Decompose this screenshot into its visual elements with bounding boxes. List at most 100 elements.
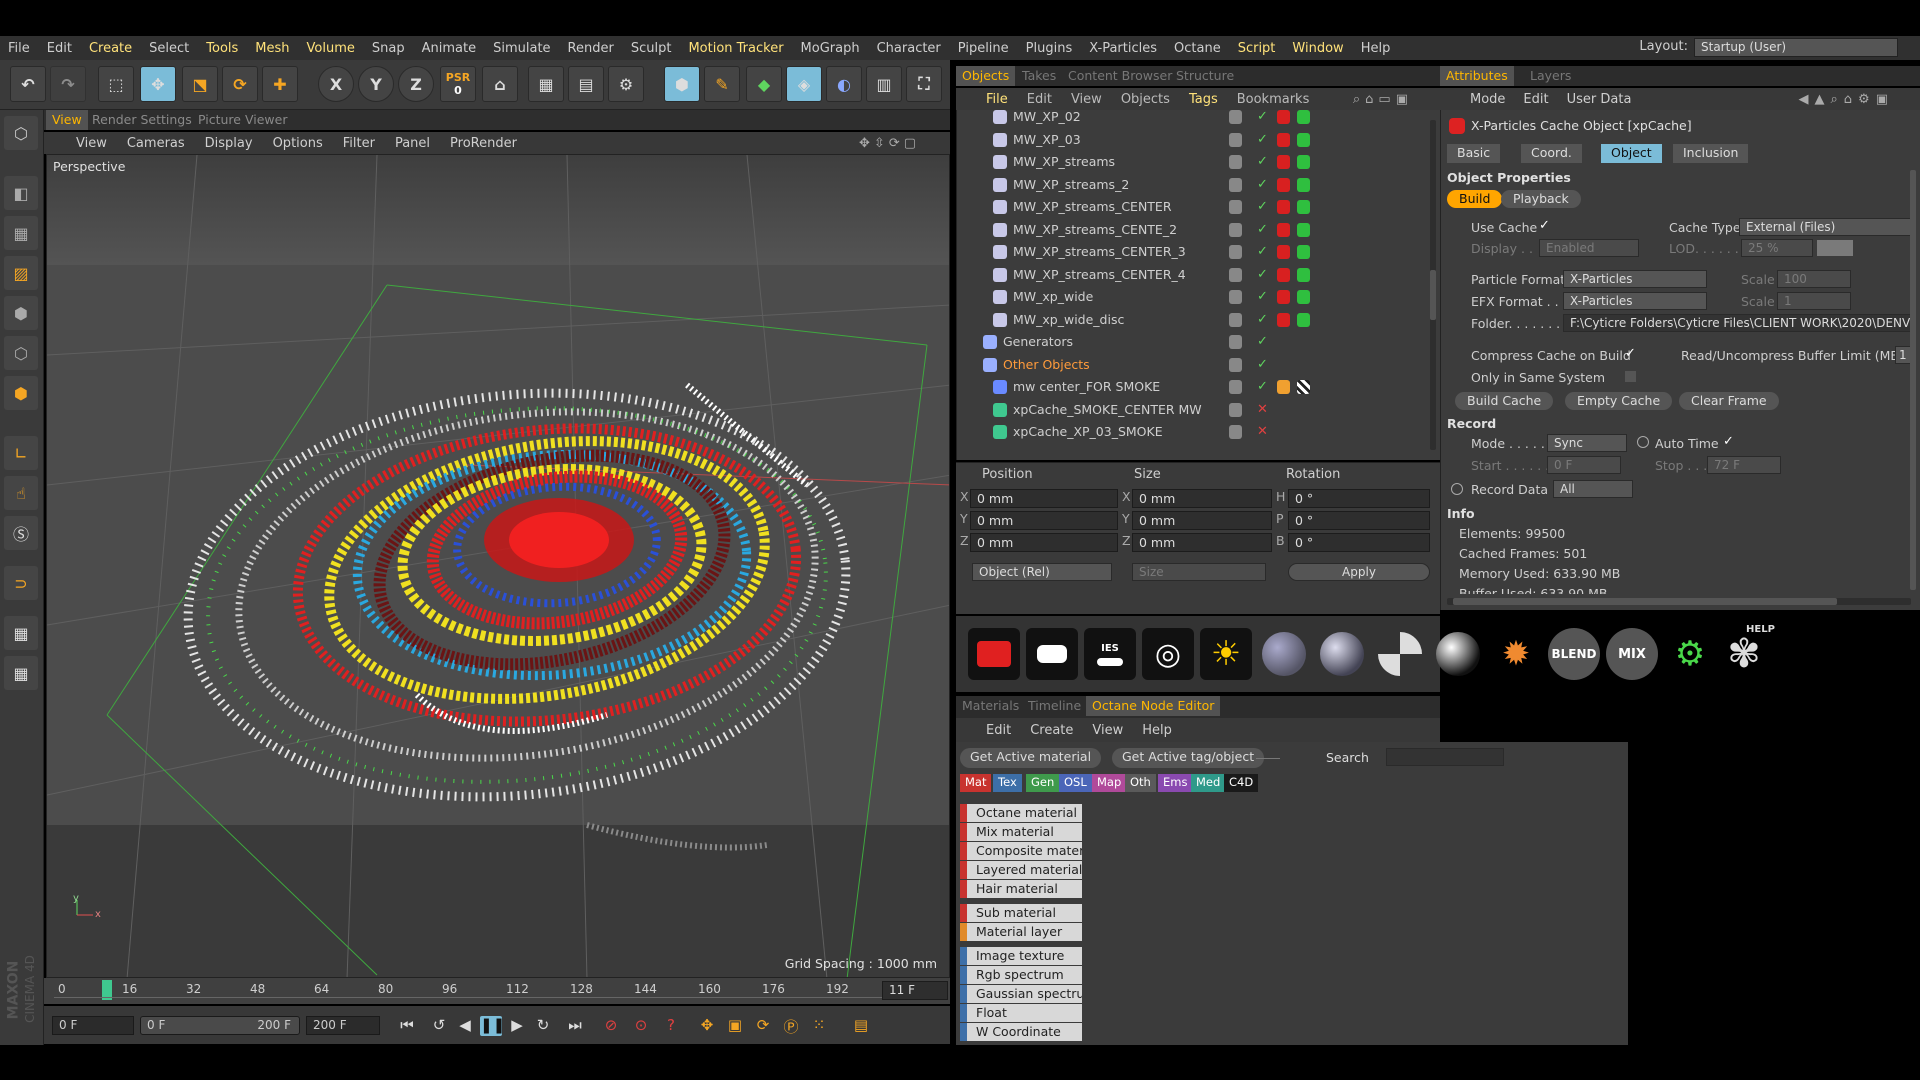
layer-icon[interactable] <box>1229 200 1242 214</box>
object-row[interactable]: MW_xp_wide_disc ✓ <box>957 309 1427 331</box>
category-tab-gen[interactable]: Gen <box>1026 774 1060 792</box>
y-axis-lock-button[interactable]: Y <box>358 66 394 102</box>
rotation-field[interactable]: 0 ° <box>1288 489 1430 508</box>
object-name[interactable]: MW_xp_wide_disc <box>1013 312 1124 327</box>
use-cache-checkbox[interactable]: ✓ <box>1539 218 1550 233</box>
mix-material-icon[interactable]: MIX <box>1606 628 1658 680</box>
enabled-check-icon[interactable]: ✓ <box>1257 357 1268 372</box>
rotate-tool-icon[interactable]: ⟳ <box>222 66 258 102</box>
viewport-menu-panel[interactable]: Panel <box>395 136 430 151</box>
xp-tag-icon[interactable] <box>1277 267 1290 282</box>
go-to-start-icon[interactable]: ⏮ <box>396 1016 418 1036</box>
tab-render-settings[interactable]: Render Settings <box>86 112 198 127</box>
node-editor-menu-view[interactable]: View <box>1092 723 1123 738</box>
display-tag-icon[interactable] <box>1297 312 1310 327</box>
enabled-check-icon[interactable]: ✓ <box>1257 222 1268 237</box>
rotation-field[interactable]: 0 ° <box>1288 511 1430 530</box>
keyframe-selection-icon[interactable]: ? <box>660 1016 682 1036</box>
layer-icon[interactable] <box>1229 245 1242 259</box>
layer-icon[interactable] <box>1229 380 1242 394</box>
scale-field-2[interactable]: 1 <box>1777 292 1851 310</box>
menu-script[interactable]: Script <box>1238 41 1276 56</box>
menu-select[interactable]: Select <box>149 41 189 56</box>
object-row[interactable]: Other Objects ✓ <box>957 354 1427 376</box>
object-name[interactable]: Generators <box>1003 334 1073 349</box>
go-to-end-icon[interactable]: ⏭ <box>564 1016 586 1036</box>
menu-sculpt[interactable]: Sculpt <box>631 41 672 56</box>
object-name[interactable]: MW_XP_streams_CENTER <box>1013 199 1172 214</box>
object-row[interactable]: mw center_FOR SMOKE ✓ <box>957 376 1427 398</box>
magnet-icon[interactable]: ⊃ <box>4 566 38 600</box>
object-name[interactable]: MW_XP_streams <box>1013 154 1115 169</box>
key-rotation-icon[interactable]: ⟳ <box>752 1016 774 1036</box>
category-tab-ems[interactable]: Ems <box>1158 774 1193 792</box>
object-row[interactable]: MW_xp_wide ✓ <box>957 286 1427 308</box>
workplane-icon[interactable]: ▨ <box>4 256 38 290</box>
category-tab-med[interactable]: Med <box>1191 774 1226 792</box>
category-tab-mat[interactable]: Mat <box>960 774 992 792</box>
build-cache-button[interactable]: Build Cache <box>1455 392 1554 410</box>
enabled-check-icon[interactable]: ✓ <box>1257 267 1268 282</box>
layer-icon[interactable] <box>1229 357 1242 372</box>
attributes-nav-icons[interactable]: ◀▲⌕⌂⚙▣ <box>1799 92 1894 107</box>
layout-select[interactable]: Startup (User) <box>1694 38 1898 57</box>
display-tag-icon[interactable] <box>1297 267 1310 282</box>
viewport-menu-prorender[interactable]: ProRender <box>450 136 517 151</box>
redo-icon[interactable]: ↷ <box>50 66 86 102</box>
size-field[interactable]: 0 mm <box>1132 489 1272 508</box>
build-tab[interactable]: Build <box>1447 190 1503 208</box>
menu-mesh[interactable]: Mesh <box>255 41 289 56</box>
auto-time-radio[interactable] <box>1637 436 1649 448</box>
layer-icon[interactable] <box>1229 335 1242 349</box>
size-field[interactable]: 0 mm <box>1132 511 1272 530</box>
enabled-check-icon[interactable]: ✓ <box>1257 334 1268 349</box>
node-list-item[interactable]: Rgb spectrum <box>960 966 1082 984</box>
xp-tag-icon[interactable] <box>1277 177 1290 192</box>
layer-icon[interactable] <box>1229 312 1242 327</box>
start-field[interactable]: 0 F <box>1547 456 1621 474</box>
glossy-sphere-icon[interactable] <box>1316 628 1368 680</box>
menu-window[interactable]: Window <box>1292 41 1343 56</box>
xp-tag-icon[interactable] <box>1277 110 1290 124</box>
menu-character[interactable]: Character <box>877 41 941 56</box>
subtab-coord[interactable]: Coord. <box>1521 144 1582 163</box>
previous-frame-icon[interactable]: ◀ <box>454 1016 476 1036</box>
volume-fire-icon[interactable]: ✹ <box>1490 628 1542 680</box>
tab-takes[interactable]: Takes <box>1016 66 1062 86</box>
display-tag-icon[interactable] <box>1297 290 1310 304</box>
objects-search-icon[interactable]: ⌕⌂▭▣ <box>1353 92 1413 107</box>
display-tag-icon[interactable] <box>1297 245 1310 259</box>
scale-field-1[interactable]: 100 <box>1777 270 1851 288</box>
polygons-mode-icon[interactable]: ⬢ <box>4 376 38 410</box>
help-label[interactable]: HELP <box>1746 624 1775 635</box>
render-settings-icon[interactable]: ⚙ <box>608 66 644 102</box>
xp-tag-icon[interactable] <box>1277 312 1290 327</box>
objects-menu-file[interactable]: File <box>986 92 1008 107</box>
z-axis-lock-button[interactable]: Z <box>398 66 434 102</box>
object-row[interactable]: MW_XP_02 ✓ <box>957 110 1427 128</box>
tab-picture-viewer[interactable]: Picture Viewer <box>192 112 293 127</box>
key-pla-icon[interactable]: ⁙ <box>808 1016 830 1036</box>
object-name[interactable]: MW_xp_wide <box>1013 289 1093 304</box>
axis-mode-icon[interactable]: ∟ <box>4 436 38 470</box>
subtab-object[interactable]: Object <box>1601 144 1662 163</box>
node-list-item[interactable]: Layered material <box>960 861 1082 879</box>
auto-time-checkbox[interactable]: ✓ <box>1723 434 1734 449</box>
disabled-icon[interactable]: ✕ <box>1257 424 1268 439</box>
xp-tag-icon[interactable] <box>1277 245 1290 259</box>
menu-simulate[interactable]: Simulate <box>493 41 550 56</box>
category-tab-map[interactable]: Map <box>1092 774 1127 792</box>
cache-type-select[interactable]: External (Files) <box>1739 218 1911 236</box>
viewport-menu-cameras[interactable]: Cameras <box>127 136 185 151</box>
subdivision-icon[interactable]: ◆ <box>746 66 782 102</box>
checker-sphere-icon[interactable] <box>1374 628 1426 680</box>
node-search-input[interactable] <box>1386 748 1504 766</box>
node-list-item[interactable]: Composite material <box>960 842 1082 860</box>
layer-icon[interactable] <box>1229 110 1242 124</box>
metal-sphere-icon[interactable] <box>1432 628 1484 680</box>
object-row[interactable]: MW_XP_03 ✓ <box>957 129 1427 151</box>
size-field[interactable]: 0 mm <box>1132 533 1272 552</box>
menu-x-particles[interactable]: X-Particles <box>1089 41 1157 56</box>
object-name[interactable]: xpCache_XP_03_SMOKE <box>1013 424 1163 439</box>
category-tab-c4d[interactable]: C4D <box>1224 774 1259 792</box>
